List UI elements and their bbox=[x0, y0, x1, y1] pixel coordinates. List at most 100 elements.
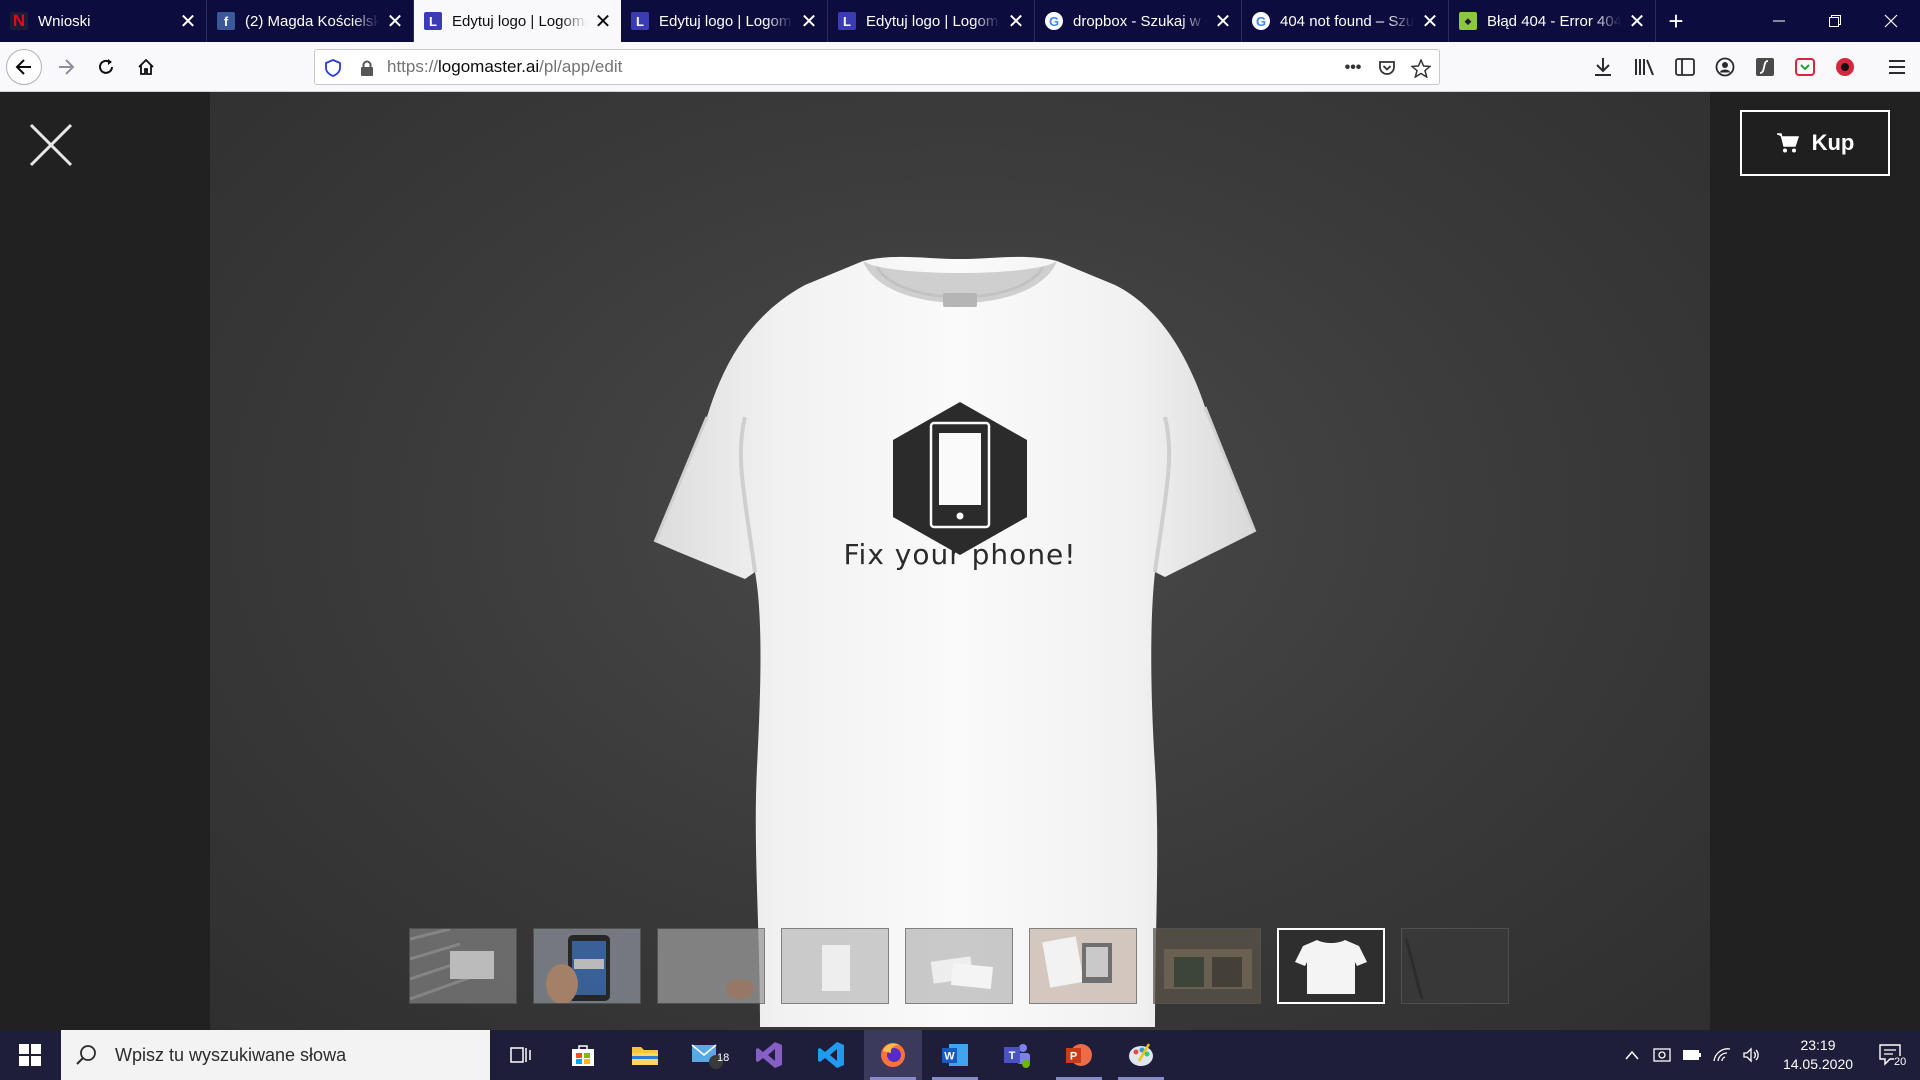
close-window-button[interactable] bbox=[1862, 0, 1920, 42]
close-preview-icon[interactable] bbox=[28, 122, 74, 168]
buy-label: Kup bbox=[1811, 130, 1855, 155]
clock[interactable]: 23:19 14.05.2020 bbox=[1768, 1036, 1868, 1074]
mockup-thumb-stationery[interactable] bbox=[1029, 928, 1137, 1004]
pocket-icon[interactable] bbox=[1375, 56, 1399, 80]
close-icon[interactable]: ✕ bbox=[1006, 11, 1026, 33]
store-app-button[interactable] bbox=[554, 1030, 612, 1080]
svg-text:W: W bbox=[944, 1051, 955, 1063]
close-icon bbox=[1884, 14, 1898, 28]
battery-icon[interactable] bbox=[1680, 1030, 1704, 1080]
close-icon[interactable]: ✕ bbox=[385, 11, 405, 33]
url-text: https://logomaster.ai/pl/app/edit bbox=[387, 57, 623, 76]
volume-icon[interactable] bbox=[1740, 1030, 1764, 1080]
paint-button[interactable] bbox=[1112, 1030, 1170, 1080]
tab-logomaster-2[interactable]: L Edytuj logo | Logomaster ✕ bbox=[621, 0, 828, 42]
mockup-thumb-sign[interactable] bbox=[409, 928, 517, 1004]
preview-overlay: Fix your phone! Kup bbox=[0, 92, 1920, 1030]
home-button[interactable] bbox=[130, 51, 162, 83]
search-placeholder: Wpisz tu wyszukiwane słowa bbox=[115, 1044, 347, 1065]
svg-text:P: P bbox=[1070, 1051, 1077, 1063]
svg-text:T: T bbox=[1009, 1050, 1016, 1062]
bookmark-star-icon[interactable] bbox=[1409, 56, 1433, 80]
forward-button[interactable] bbox=[50, 51, 82, 83]
lock-icon[interactable] bbox=[355, 56, 379, 80]
show-hidden-icons-button[interactable] bbox=[1620, 1030, 1644, 1080]
clock-date: 14.05.2020 bbox=[1782, 1056, 1854, 1072]
tab-logomaster-3[interactable]: L Edytuj logo | Logomaster ✕ bbox=[828, 0, 1035, 42]
restore-button[interactable] bbox=[1806, 0, 1864, 42]
tab-bar: N Wnioski ✕ f (2) Magda Kościelska ✕ L E… bbox=[0, 0, 1920, 42]
mail-app-button[interactable]: 18 bbox=[678, 1030, 736, 1080]
mockup-thumb-storefront[interactable] bbox=[1153, 928, 1261, 1004]
powerpoint-button[interactable]: P bbox=[1050, 1030, 1108, 1080]
phone-mockup-icon bbox=[534, 929, 640, 1003]
word-button[interactable]: W bbox=[926, 1030, 984, 1080]
google-icon: G bbox=[1252, 12, 1270, 30]
bag-mockup-icon bbox=[782, 929, 888, 1003]
account-icon[interactable] bbox=[1712, 54, 1738, 80]
visual-studio-button[interactable] bbox=[740, 1030, 798, 1080]
tab-logomaster-active[interactable]: L Edytuj logo | Logomaster ✕ bbox=[414, 0, 621, 42]
wifi-icon[interactable] bbox=[1710, 1030, 1734, 1080]
vscode-button[interactable] bbox=[802, 1030, 860, 1080]
tab-facebook[interactable]: f (2) Magda Kościelska ✕ bbox=[207, 0, 414, 42]
menu-icon[interactable] bbox=[1884, 54, 1910, 80]
google-icon: G bbox=[1045, 12, 1063, 30]
close-icon[interactable]: ✕ bbox=[178, 11, 198, 33]
mockup-thumb-bag[interactable] bbox=[781, 928, 889, 1004]
firefox-button[interactable] bbox=[864, 1030, 922, 1080]
tab-google-dropbox[interactable]: G dropbox - Szukaj w Google ✕ bbox=[1035, 0, 1242, 42]
tab-title: Edytuj logo | Logomaster bbox=[659, 12, 793, 30]
mockup-thumb-cards[interactable] bbox=[905, 928, 1013, 1004]
tab-google-404[interactable]: G 404 not found – Szukaj ✕ bbox=[1242, 0, 1449, 42]
tshirt-mockup-icon bbox=[1295, 940, 1367, 994]
close-icon[interactable]: ✕ bbox=[1627, 11, 1647, 33]
tshirt-mockup-image bbox=[653, 256, 1257, 1027]
reload-icon bbox=[99, 59, 113, 74]
close-icon[interactable]: ✕ bbox=[1420, 11, 1440, 33]
mockup-thumb-dark[interactable] bbox=[1401, 928, 1509, 1004]
tab-wnioski[interactable]: N Wnioski ✕ bbox=[0, 0, 207, 42]
address-bar[interactable]: https://logomaster.ai/pl/app/edit ••• bbox=[314, 49, 1440, 85]
taskbar-search-input[interactable]: Wpisz tu wyszukiwane słowa bbox=[61, 1030, 490, 1080]
tab-error-404[interactable]: ◆ Błąd 404 - Error 404 ✕ bbox=[1449, 0, 1656, 42]
file-explorer-button[interactable] bbox=[616, 1030, 674, 1080]
word-icon: W bbox=[942, 1044, 968, 1066]
mockup-thumb-hand[interactable] bbox=[657, 928, 765, 1004]
reload-button[interactable] bbox=[90, 51, 122, 83]
page-actions-icon[interactable]: ••• bbox=[1341, 56, 1365, 80]
buy-button[interactable]: Kup bbox=[1740, 110, 1890, 176]
extension-script-icon[interactable] bbox=[1752, 54, 1778, 80]
vscode-icon bbox=[818, 1042, 844, 1068]
library-icon[interactable] bbox=[1632, 54, 1658, 80]
tab-title: dropbox - Szukaj w Google bbox=[1073, 12, 1207, 30]
notification-center-button[interactable]: 20 bbox=[1866, 1030, 1916, 1080]
sidebar-icon[interactable] bbox=[1672, 54, 1698, 80]
close-icon[interactable]: ✕ bbox=[799, 11, 819, 33]
visual-studio-icon bbox=[756, 1042, 782, 1068]
extension-pocket-icon[interactable] bbox=[1792, 54, 1818, 80]
close-icon[interactable]: ✕ bbox=[1213, 11, 1233, 33]
mockup-thumb-phone[interactable] bbox=[533, 928, 641, 1004]
new-tab-button[interactable]: + bbox=[1656, 0, 1696, 42]
mockup-thumb-tshirt[interactable] bbox=[1277, 928, 1385, 1004]
close-icon[interactable]: ✕ bbox=[593, 11, 613, 33]
notification-count: 20 bbox=[1894, 1056, 1907, 1068]
cart-icon bbox=[1776, 133, 1799, 153]
shield-icon[interactable] bbox=[321, 56, 345, 80]
extension-red-icon[interactable] bbox=[1832, 54, 1858, 80]
download-icon[interactable] bbox=[1590, 54, 1616, 80]
start-button[interactable] bbox=[0, 1030, 60, 1080]
mockup-stage: Fix your phone! bbox=[210, 92, 1710, 1030]
tray-security-icon[interactable] bbox=[1650, 1030, 1674, 1080]
arrow-left-icon bbox=[15, 59, 31, 75]
back-button[interactable] bbox=[6, 49, 42, 85]
tab-title: 404 not found – Szukaj bbox=[1280, 12, 1414, 30]
cards-mockup-icon bbox=[906, 929, 1012, 1003]
dark-mockup-icon bbox=[1402, 929, 1508, 1003]
sign-mockup-icon bbox=[410, 929, 516, 1003]
windows-taskbar: Wpisz tu wyszukiwane słowa 18 W T P 23:1… bbox=[0, 1030, 1920, 1080]
minimize-button[interactable] bbox=[1750, 0, 1808, 42]
teams-button[interactable]: T bbox=[988, 1030, 1046, 1080]
task-view-button[interactable] bbox=[492, 1030, 550, 1080]
